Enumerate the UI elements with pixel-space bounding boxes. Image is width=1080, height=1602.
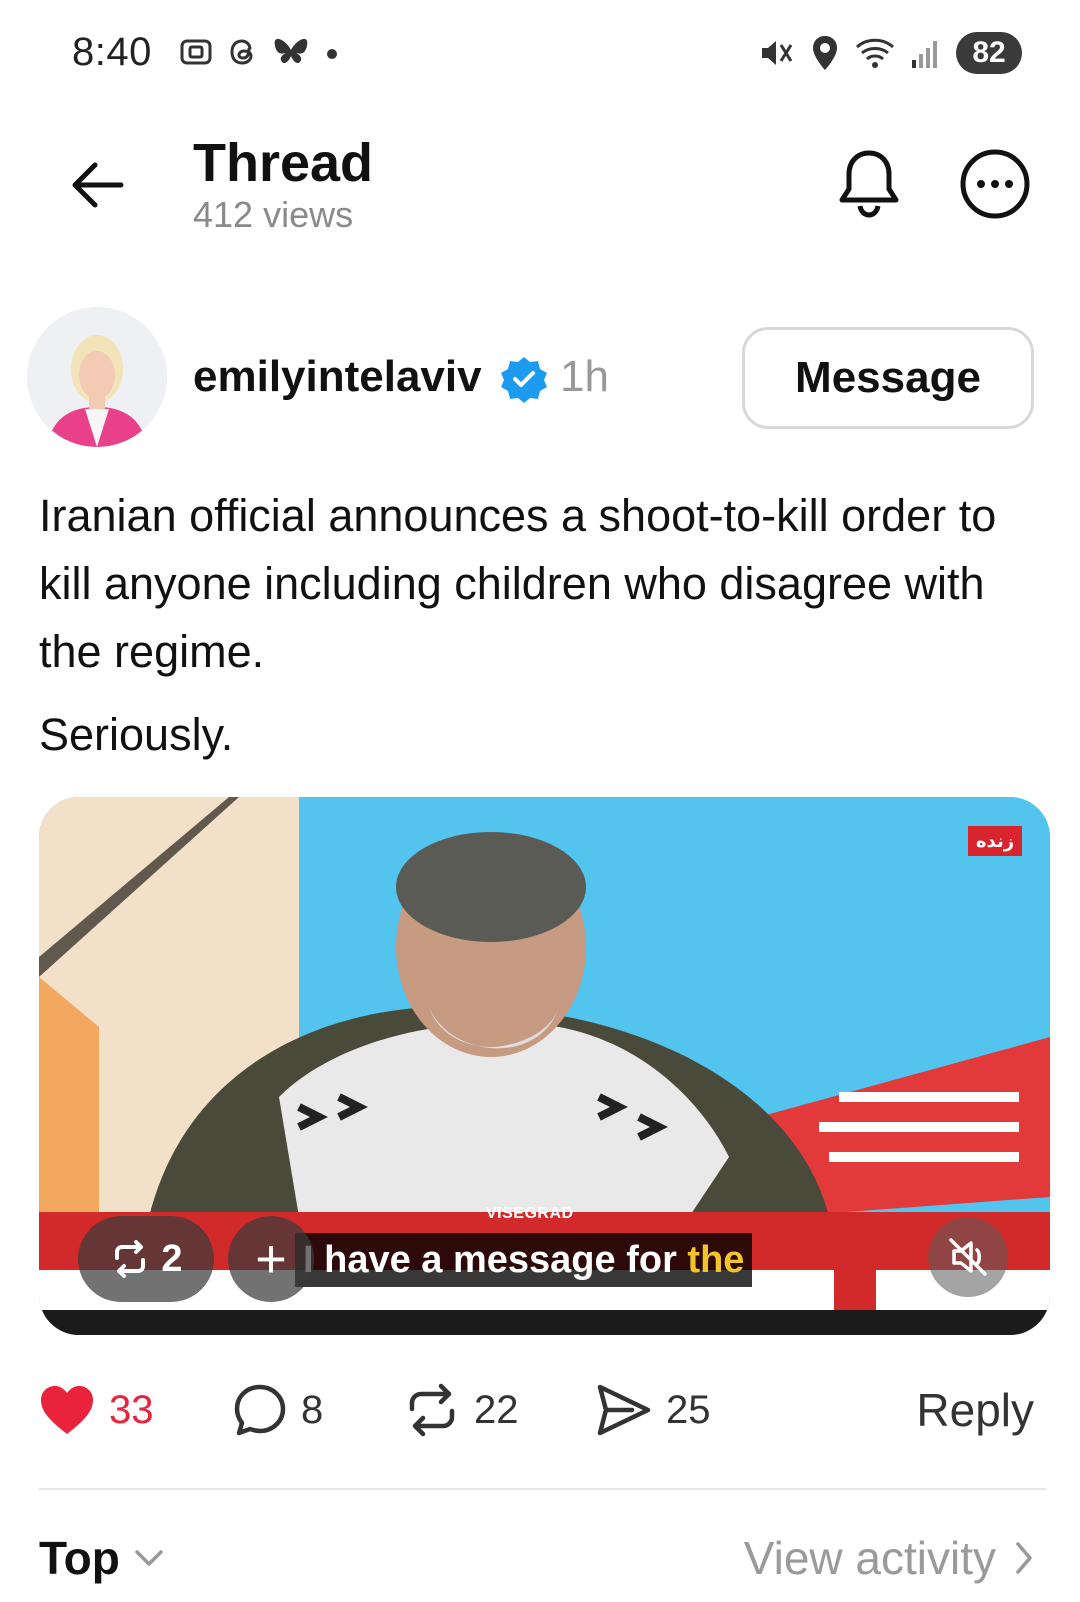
bluesky-icon — [274, 38, 308, 64]
repost-button[interactable]: 22 — [404, 1370, 519, 1450]
status-bar: 8:40 82 — [0, 0, 1080, 110]
mute-icon — [762, 41, 793, 65]
avatar[interactable] — [27, 307, 167, 447]
add-button[interactable]: + — [228, 1216, 314, 1302]
page-title: Thread — [193, 133, 374, 193]
repost-icon — [409, 1383, 455, 1437]
divider — [39, 1488, 1046, 1490]
muted-speaker-icon — [949, 1238, 987, 1276]
post-text: Iranian official announces a shoot-to-ki… — [39, 490, 997, 677]
reply-button[interactable]: Reply — [916, 1370, 1034, 1450]
sort-label: Top — [39, 1532, 120, 1584]
thread-header: Thread 412 views — [0, 110, 1080, 260]
more-icon — [960, 149, 1030, 219]
signal-icon — [912, 41, 937, 68]
location-icon — [813, 36, 837, 70]
status-right-icons: 82 — [756, 32, 1022, 74]
comment-button[interactable]: 8 — [233, 1370, 323, 1450]
comment-count: 8 — [301, 1387, 324, 1432]
caption-text: I have a message for — [303, 1239, 688, 1281]
post-text-secondary: Seriously. — [39, 709, 234, 760]
dot-icon — [327, 49, 337, 59]
post-actions: 33 8 22 25 Reply — [0, 1370, 1080, 1450]
heart-filled-icon — [41, 1386, 93, 1434]
video-caption: I have a message for the — [295, 1233, 753, 1287]
view-activity-link[interactable]: View activity — [744, 1528, 1034, 1588]
status-left-icons — [178, 34, 342, 70]
caption-highlight: the — [687, 1239, 745, 1281]
video-repost-count: 2 — [161, 1237, 183, 1280]
repost-icon — [115, 1240, 146, 1278]
battery-indicator: 82 — [956, 32, 1022, 74]
comment-icon — [234, 1384, 286, 1436]
view-activity-label: View activity — [743, 1532, 996, 1584]
notifications-button[interactable] — [830, 144, 908, 224]
video-watermark: VISEGRAD — [486, 1205, 574, 1222]
message-button[interactable]: Message — [742, 327, 1034, 429]
threads-icon — [230, 39, 253, 65]
post-time: 1h — [560, 352, 609, 401]
status-time: 8:40 — [72, 30, 152, 74]
like-count: 33 — [109, 1387, 154, 1432]
back-button[interactable] — [62, 150, 132, 220]
more-options-button[interactable] — [957, 146, 1033, 222]
view-count: 412 views — [193, 194, 354, 235]
like-button[interactable]: 33 — [39, 1370, 154, 1450]
repost-count: 22 — [474, 1387, 519, 1432]
video-repost-button[interactable]: 2 — [78, 1216, 214, 1302]
verified-badge-icon — [501, 357, 547, 403]
live-badge: زنده — [968, 826, 1022, 856]
author-username[interactable]: emilyintelaviv — [193, 352, 482, 402]
share-button[interactable]: 25 — [596, 1370, 711, 1450]
send-icon — [597, 1384, 651, 1436]
back-arrow-icon — [72, 162, 124, 208]
avatar-image — [27, 307, 167, 447]
share-count: 25 — [666, 1387, 711, 1432]
bell-icon — [839, 150, 899, 218]
chevron-down-icon — [135, 1550, 163, 1566]
mute-button[interactable] — [928, 1217, 1008, 1297]
wifi-icon — [855, 38, 895, 68]
sort-dropdown[interactable]: Top — [39, 1528, 164, 1588]
chevron-right-icon — [1016, 1542, 1032, 1574]
screenshot-icon — [180, 39, 212, 65]
